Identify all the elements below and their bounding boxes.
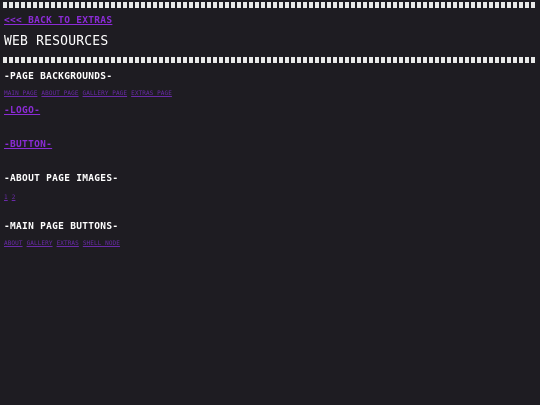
top-dotted-divider (3, 2, 537, 8)
about-page-images-heading: -ABOUT PAGE IMAGES- (4, 173, 119, 184)
main-button-link-about[interactable]: ABOUT (4, 240, 23, 247)
about-page-images-links: 12 (4, 194, 19, 201)
main-button-link-gallery[interactable]: GALLERY (27, 240, 53, 247)
main-page-buttons-heading: -MAIN PAGE BUTTONS- (4, 221, 119, 232)
logo-link[interactable]: -LOGO- (4, 105, 40, 116)
about-image-link-2[interactable]: 2 (12, 194, 16, 201)
main-button-link-extras[interactable]: EXTRAS (57, 240, 79, 247)
background-link-main[interactable]: MAIN PAGE (4, 90, 37, 97)
button-link[interactable]: -BUTTON- (4, 139, 52, 150)
background-link-about[interactable]: ABOUT PAGE (41, 90, 78, 97)
header-dotted-divider (3, 57, 537, 63)
main-page-buttons-links: ABOUT GALLERY EXTRAS SHELL NODE (4, 240, 124, 247)
page-title: WEB RESOURCES (4, 34, 109, 49)
page-backgrounds-heading: -PAGE BACKGROUNDS- (4, 71, 113, 82)
background-link-extras[interactable]: EXTRAS PAGE (131, 90, 172, 97)
about-image-link-1[interactable]: 1 (4, 194, 8, 201)
back-to-extras-link[interactable]: <<< BACK TO EXTRAS (4, 15, 112, 26)
main-button-link-shell-node[interactable]: SHELL NODE (83, 240, 120, 247)
page-backgrounds-links: MAIN PAGE ABOUT PAGE GALLERY PAGE EXTRAS PA… (4, 90, 176, 97)
background-link-gallery[interactable]: GALLERY PAGE (83, 90, 128, 97)
